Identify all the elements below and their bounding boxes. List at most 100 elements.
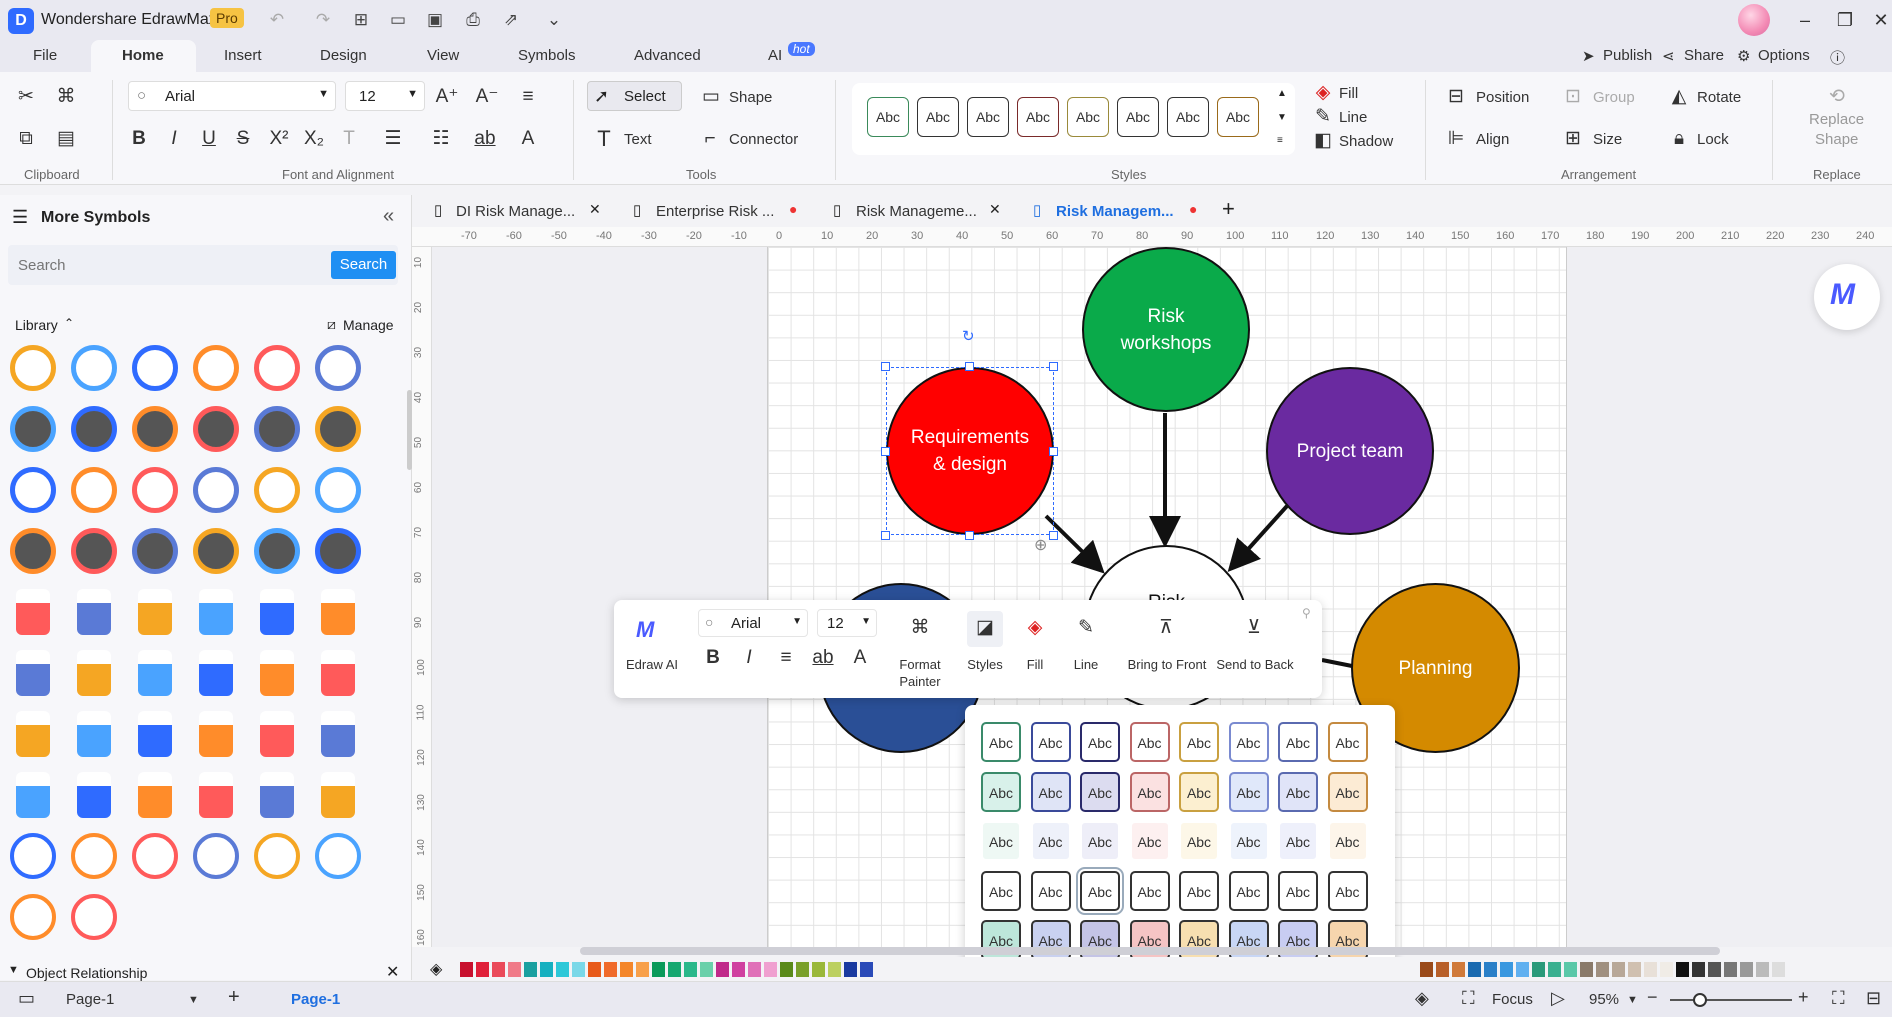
symbol-thumbnail[interactable] [254, 528, 300, 574]
symbol-thumbnail[interactable] [77, 650, 111, 696]
color-swatch[interactable] [764, 962, 777, 977]
zoom-in-icon[interactable]: + [1798, 987, 1809, 1008]
edraw-ai-label[interactable]: Edraw AI [622, 657, 682, 672]
color-swatch[interactable] [860, 962, 873, 977]
symbol-thumbnail[interactable] [260, 772, 294, 818]
replace-shape-label-2[interactable]: Shape [1815, 131, 1858, 148]
library-label[interactable]: Library [15, 317, 58, 333]
edraw-ai-float-button[interactable]: M [1814, 264, 1880, 330]
close-icon[interactable]: ✕ [386, 962, 399, 982]
style-option[interactable]: Abc [1080, 771, 1120, 812]
style-option[interactable]: Abc [1179, 870, 1219, 911]
style-option[interactable]: Abc [1129, 722, 1170, 762]
color-swatch[interactable] [1468, 962, 1481, 977]
risk-workshops-node[interactable]: Risk workshops [1082, 247, 1250, 412]
symbol-thumbnail[interactable] [315, 528, 361, 574]
color-swatch[interactable] [460, 962, 473, 977]
color-swatch[interactable] [1772, 962, 1785, 977]
style-option[interactable]: Abc [1129, 821, 1170, 861]
layers-icon[interactable]: ◈ [1415, 988, 1429, 1009]
color-swatch[interactable] [732, 962, 745, 977]
color-swatch[interactable] [1484, 962, 1497, 977]
rotate-handle-icon[interactable]: ↻ [962, 327, 975, 345]
color-swatch[interactable] [1564, 962, 1577, 977]
style-option[interactable]: Abc [1327, 870, 1368, 911]
page-tab-active[interactable]: Page-1 [291, 991, 340, 1008]
tab-document-1[interactable]: DI Risk Manage... [456, 201, 575, 223]
new-file-icon[interactable]: ⊞ [350, 9, 372, 31]
resize-handle[interactable] [881, 362, 890, 371]
symbol-thumbnail[interactable] [199, 711, 233, 757]
style-swatch[interactable]: Abc [1067, 97, 1109, 137]
restore-icon[interactable]: ❐ [1830, 6, 1860, 34]
style-option[interactable]: Abc [1076, 866, 1124, 915]
symbol-thumbnail[interactable] [138, 711, 172, 757]
color-swatch[interactable] [796, 962, 809, 977]
style-option[interactable]: Abc [1030, 722, 1071, 762]
font-size-select[interactable]: 12 ▼ [345, 81, 425, 111]
resize-handle[interactable] [1049, 362, 1058, 371]
style-option[interactable]: Abc [1030, 771, 1071, 812]
undo-icon[interactable]: ↶ [266, 9, 288, 31]
symbol-thumbnail[interactable] [10, 833, 56, 879]
symbol-thumbnail[interactable] [260, 711, 294, 757]
send-to-back-label[interactable]: Send to Back [1208, 657, 1302, 672]
line-label[interactable]: Line [1056, 657, 1116, 672]
symbol-thumbnail[interactable] [71, 894, 117, 940]
symbol-thumbnail[interactable] [315, 833, 361, 879]
color-swatch[interactable] [1740, 962, 1753, 977]
symbol-thumbnail[interactable] [132, 467, 178, 513]
style-option[interactable]: Abc [1278, 870, 1318, 911]
symbol-thumbnail[interactable] [321, 711, 355, 757]
bold-icon[interactable]: B [126, 126, 152, 152]
color-swatch[interactable] [1612, 962, 1625, 977]
style-option[interactable]: Abc [1327, 821, 1368, 861]
color-swatch[interactable] [572, 962, 585, 977]
close-window-icon[interactable]: ✕ [1866, 6, 1892, 34]
text-style-icon[interactable]: T [336, 126, 362, 152]
minimize-icon[interactable]: – [1790, 6, 1820, 34]
symbol-thumbnail[interactable] [71, 833, 117, 879]
export-icon[interactable]: ⇗ [500, 9, 522, 31]
tab-file[interactable]: File [33, 47, 57, 64]
options-button[interactable]: Options [1758, 47, 1810, 64]
rotate-icon[interactable]: ◭ [1666, 84, 1692, 110]
symbol-thumbnail[interactable] [199, 589, 233, 635]
style-swatch[interactable]: Abc [967, 97, 1009, 137]
color-swatch[interactable] [492, 962, 505, 977]
style-option[interactable]: Abc [1129, 771, 1170, 812]
symbol-thumbnail[interactable] [16, 772, 50, 818]
resize-handle[interactable] [881, 447, 890, 456]
tab-ai[interactable]: AI [768, 47, 782, 64]
symbol-thumbnail[interactable] [71, 528, 117, 574]
fill-bucket-icon[interactable]: ◈ [430, 959, 442, 979]
color-swatch[interactable] [1420, 962, 1433, 977]
style-option[interactable]: Abc [981, 821, 1021, 861]
format-painter-icon[interactable]: ⌘ [907, 615, 933, 641]
style-option[interactable]: Abc [1327, 722, 1368, 762]
fill-button[interactable]: Fill [1339, 85, 1358, 102]
color-swatch[interactable] [1724, 962, 1737, 977]
tab-document-2[interactable]: Enterprise Risk ... [656, 201, 774, 223]
color-swatch[interactable] [1548, 962, 1561, 977]
color-swatch[interactable] [716, 962, 729, 977]
color-swatch[interactable] [620, 962, 633, 977]
superscript-icon[interactable]: X² [266, 126, 292, 152]
color-swatch[interactable] [1596, 962, 1609, 977]
line-pen-icon[interactable]: ✎ [1073, 615, 1099, 641]
anchor-icon[interactable]: ⊕ [1034, 535, 1047, 555]
symbol-thumbnail[interactable] [254, 833, 300, 879]
color-swatch[interactable] [1644, 962, 1657, 977]
pin-icon[interactable]: ⚲ [1302, 606, 1311, 620]
symbol-thumbnail[interactable] [193, 467, 239, 513]
group-button[interactable]: Group [1593, 89, 1635, 106]
style-swatch[interactable]: Abc [867, 97, 909, 137]
lock-icon[interactable]: 🔒︎ [1666, 126, 1692, 152]
color-swatch[interactable] [476, 962, 489, 977]
symbol-thumbnail[interactable] [71, 345, 117, 391]
color-swatch[interactable] [780, 962, 793, 977]
select-tool-button[interactable]: ➚ Select [587, 81, 682, 111]
format-painter-label-1[interactable]: Format [890, 657, 950, 672]
line-button[interactable]: Line [1339, 109, 1367, 126]
color-swatch[interactable] [1756, 962, 1769, 977]
